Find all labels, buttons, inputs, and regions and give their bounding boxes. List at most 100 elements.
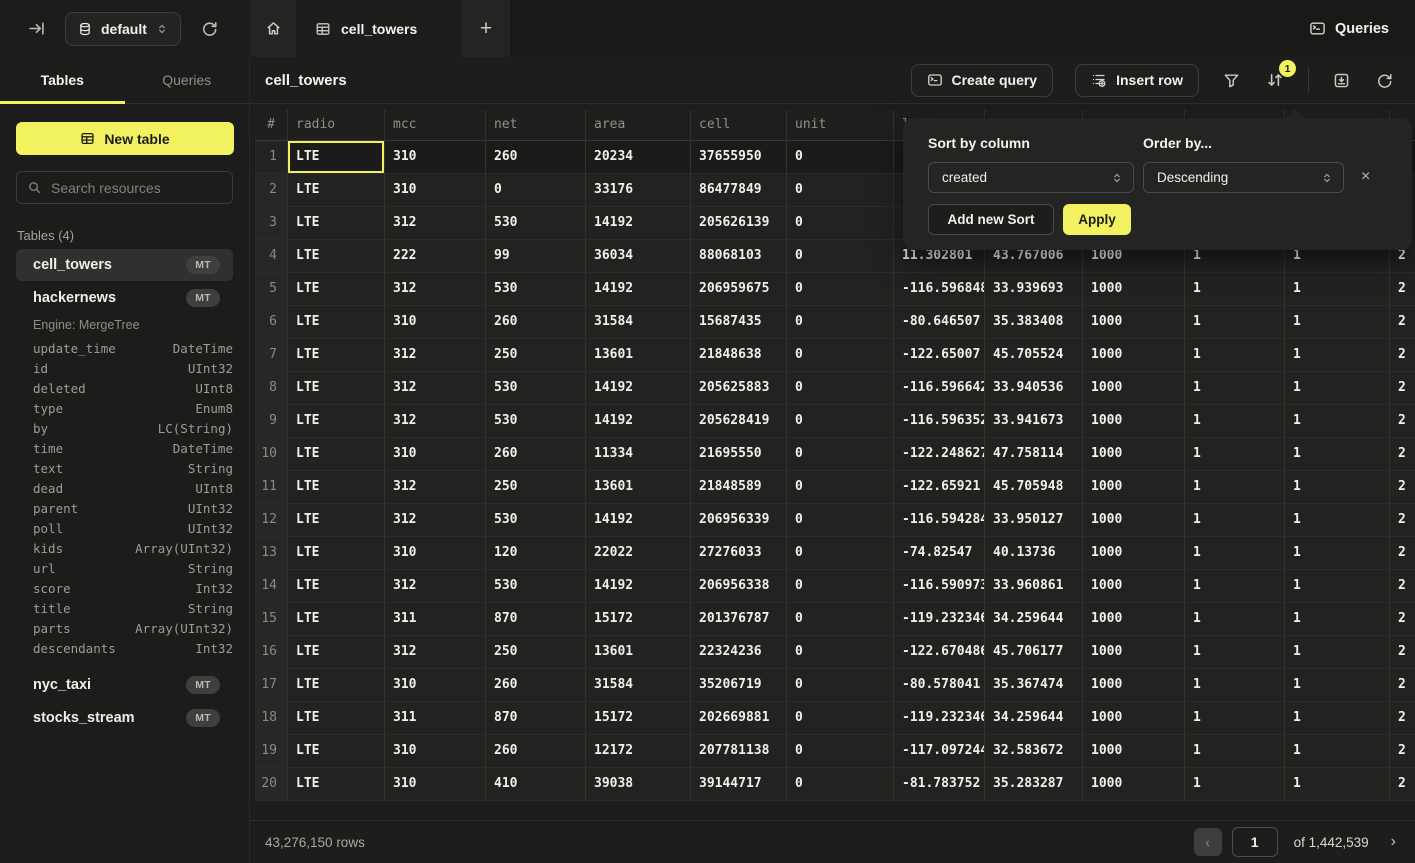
table-cell[interactable]: 2: [1390, 702, 1415, 734]
table-cell[interactable]: 99: [486, 240, 586, 272]
table-cell[interactable]: 37655950: [691, 141, 787, 173]
table-cell[interactable]: 0: [787, 306, 894, 338]
table-cell[interactable]: LTE: [288, 471, 385, 503]
table-cell[interactable]: 206956339: [691, 504, 787, 536]
table-cell[interactable]: 1: [1285, 768, 1390, 800]
table-cell[interactable]: 15687435: [691, 306, 787, 338]
table-cell[interactable]: 14192: [586, 372, 691, 404]
apply-sort-button[interactable]: Apply: [1063, 204, 1131, 235]
table-cell[interactable]: 410: [486, 768, 586, 800]
column-header-#[interactable]: #: [255, 110, 288, 140]
table-cell[interactable]: 0: [787, 240, 894, 272]
table-cell[interactable]: 14192: [586, 207, 691, 239]
sidebar-item-nyc_taxi[interactable]: nyc_taxiMT: [16, 669, 233, 701]
column-header-mcc[interactable]: mcc: [385, 110, 486, 140]
table-cell[interactable]: 1000: [1083, 603, 1185, 635]
table-cell[interactable]: -74.82547: [894, 537, 985, 569]
table-cell[interactable]: 1000: [1083, 537, 1185, 569]
table-cell[interactable]: 206956338: [691, 570, 787, 602]
column-header-net[interactable]: net: [486, 110, 586, 140]
table-cell[interactable]: 202669881: [691, 702, 787, 734]
table-cell[interactable]: 1: [1285, 471, 1390, 503]
table-cell[interactable]: -122.670486: [894, 636, 985, 668]
table-cell[interactable]: 310: [385, 306, 486, 338]
table-cell[interactable]: 2: [1390, 735, 1415, 767]
table-cell[interactable]: 0: [787, 438, 894, 470]
table-cell[interactable]: 870: [486, 603, 586, 635]
create-query-button[interactable]: Create query: [911, 64, 1054, 97]
table-cell[interactable]: -119.232346: [894, 702, 985, 734]
table-cell[interactable]: 32.583672: [985, 735, 1083, 767]
table-cell[interactable]: 310: [385, 141, 486, 173]
table-cell[interactable]: 530: [486, 504, 586, 536]
page-number-input[interactable]: [1232, 827, 1278, 857]
table-cell[interactable]: 15172: [586, 702, 691, 734]
collapse-sidebar-button[interactable]: [24, 16, 49, 41]
table-cell[interactable]: 35.367474: [985, 669, 1083, 701]
table-cell[interactable]: LTE: [288, 504, 385, 536]
table-cell[interactable]: 310: [385, 735, 486, 767]
table-cell[interactable]: 2: [1390, 768, 1415, 800]
table-cell[interactable]: 312: [385, 471, 486, 503]
table-cell[interactable]: 310: [385, 768, 486, 800]
table-cell[interactable]: 22022: [586, 537, 691, 569]
table-cell[interactable]: 260: [486, 438, 586, 470]
table-cell[interactable]: 1: [1285, 735, 1390, 767]
table-cell[interactable]: 2: [1390, 669, 1415, 701]
table-cell[interactable]: 0: [787, 141, 894, 173]
table-cell[interactable]: 31584: [586, 306, 691, 338]
table-cell[interactable]: -116.594284: [894, 504, 985, 536]
table-cell[interactable]: 15172: [586, 603, 691, 635]
table-cell[interactable]: 311: [385, 702, 486, 734]
table-cell[interactable]: 312: [385, 273, 486, 305]
table-cell[interactable]: 1: [1285, 339, 1390, 371]
table-cell[interactable]: 0: [787, 735, 894, 767]
table-cell[interactable]: 1: [1285, 306, 1390, 338]
table-cell[interactable]: 0: [787, 471, 894, 503]
sidebar-tab-queries[interactable]: Queries: [125, 57, 250, 103]
table-cell[interactable]: 1000: [1083, 768, 1185, 800]
table-cell[interactable]: 2: [1390, 438, 1415, 470]
table-cell[interactable]: LTE: [288, 669, 385, 701]
table-cell[interactable]: 2: [1390, 537, 1415, 569]
table-cell[interactable]: 260: [486, 735, 586, 767]
table-cell[interactable]: 311: [385, 603, 486, 635]
table-cell[interactable]: 1000: [1083, 636, 1185, 668]
table-cell[interactable]: LTE: [288, 405, 385, 437]
table-cell[interactable]: 35206719: [691, 669, 787, 701]
table-cell[interactable]: 260: [486, 306, 586, 338]
table-cell[interactable]: 1000: [1083, 735, 1185, 767]
table-cell[interactable]: -116.596352: [894, 405, 985, 437]
table-cell[interactable]: LTE: [288, 570, 385, 602]
table-cell[interactable]: 250: [486, 339, 586, 371]
table-cell[interactable]: 1: [1185, 702, 1285, 734]
table-cell[interactable]: 1000: [1083, 471, 1185, 503]
table-cell[interactable]: 2: [1390, 603, 1415, 635]
table-cell[interactable]: 530: [486, 273, 586, 305]
table-cell[interactable]: 1: [1185, 339, 1285, 371]
table-cell[interactable]: 0: [787, 702, 894, 734]
table-cell[interactable]: 870: [486, 702, 586, 734]
table-cell[interactable]: 0: [787, 504, 894, 536]
table-cell[interactable]: 12172: [586, 735, 691, 767]
new-tab-button[interactable]: +: [462, 0, 510, 57]
table-cell[interactable]: 1: [1185, 768, 1285, 800]
table-cell[interactable]: 205625883: [691, 372, 787, 404]
table-cell[interactable]: 33.960861: [985, 570, 1083, 602]
table-cell[interactable]: 33.939693: [985, 273, 1083, 305]
table-cell[interactable]: 1: [1285, 603, 1390, 635]
table-cell[interactable]: 2: [1390, 570, 1415, 602]
table-cell[interactable]: -80.646507: [894, 306, 985, 338]
table-cell[interactable]: 34.259644: [985, 603, 1083, 635]
new-table-button[interactable]: New table: [16, 122, 234, 155]
sort-order-select[interactable]: Descending: [1143, 162, 1344, 193]
table-cell[interactable]: 0: [787, 768, 894, 800]
export-button[interactable]: [1331, 70, 1352, 91]
table-cell[interactable]: 222: [385, 240, 486, 272]
table-cell[interactable]: 14192: [586, 504, 691, 536]
table-cell[interactable]: 312: [385, 504, 486, 536]
column-header-radio[interactable]: radio: [288, 110, 385, 140]
home-button[interactable]: [250, 0, 296, 57]
table-cell[interactable]: 2: [1390, 306, 1415, 338]
table-cell[interactable]: 1: [1185, 504, 1285, 536]
